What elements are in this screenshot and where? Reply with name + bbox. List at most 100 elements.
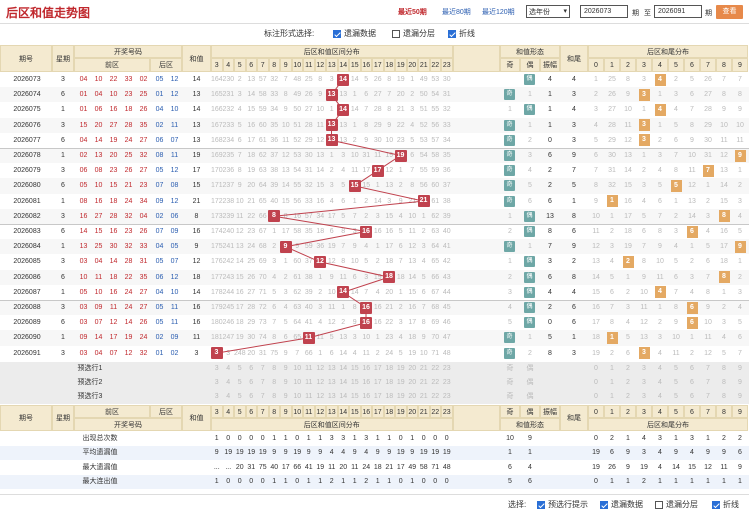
preselect-tail-option[interactable]: 1 xyxy=(604,362,620,376)
preselect-form-option[interactable]: 奇 xyxy=(500,390,520,404)
preselect-sum-option[interactable]: 20 xyxy=(407,376,419,390)
preselect-tail-option[interactable]: 1 xyxy=(604,376,620,390)
preselect-sum-option[interactable]: 19 xyxy=(395,390,407,404)
preselect-sum-option[interactable]: 20 xyxy=(407,362,419,376)
preselect-sum-option[interactable]: 19 xyxy=(395,376,407,390)
checkbox-icon[interactable] xyxy=(655,500,663,509)
preselect-tail-option[interactable]: 8 xyxy=(716,376,732,390)
preselect-form-option[interactable]: 偶 xyxy=(520,376,540,390)
option-polyline-bottom[interactable]: 折线 xyxy=(712,499,739,510)
preselect-sum-option[interactable]: 13 xyxy=(326,390,338,404)
preselect-sum-option[interactable]: 18 xyxy=(384,362,396,376)
preselect-sum-option[interactable]: 21 xyxy=(418,390,430,404)
preselect-sum-option[interactable]: 23 xyxy=(441,390,453,404)
preselect-sum-option[interactable]: 7 xyxy=(257,376,269,390)
preselect-form-option[interactable]: 奇 xyxy=(500,362,520,376)
preselect-sum-option[interactable]: 8 xyxy=(269,362,281,376)
preselect-sum-option[interactable]: 14 xyxy=(338,390,350,404)
preselect-sum-option[interactable]: 8 xyxy=(269,390,281,404)
preselect-tail-option[interactable]: 3 xyxy=(636,376,652,390)
preselect-sum-option[interactable]: 4 xyxy=(223,376,235,390)
preselect-sum-option[interactable]: 22 xyxy=(430,376,442,390)
preselect-tail-option[interactable]: 6 xyxy=(684,362,700,376)
preselect-tail-option[interactable]: 0 xyxy=(588,390,604,404)
preselect-tail-option[interactable]: 8 xyxy=(716,362,732,376)
preselect-sum-option[interactable]: 12 xyxy=(315,390,327,404)
preselect-sum-option[interactable]: 14 xyxy=(338,376,350,390)
preselect-tail-option[interactable]: 7 xyxy=(700,376,716,390)
preselect-sum-option[interactable]: 10 xyxy=(292,376,304,390)
preselect-tail-option[interactable]: 0 xyxy=(588,362,604,376)
preselect-tail-option[interactable]: 0 xyxy=(588,376,604,390)
preselect-sum-option[interactable]: 5 xyxy=(234,376,246,390)
preselect-sum-option[interactable]: 23 xyxy=(441,362,453,376)
preselect-sum-option[interactable]: 17 xyxy=(372,376,384,390)
header-period[interactable]: 期号 xyxy=(0,45,52,72)
preselect-sum-option[interactable]: 13 xyxy=(326,376,338,390)
preselect-sum-option[interactable]: 21 xyxy=(418,362,430,376)
preselect-tail-option[interactable]: 6 xyxy=(684,390,700,404)
footer-header-period[interactable]: 期号 xyxy=(0,404,52,431)
preselect-tail-option[interactable]: 2 xyxy=(620,362,636,376)
preselect-tail-option[interactable]: 8 xyxy=(716,390,732,404)
preselect-sum-option[interactable]: 9 xyxy=(280,376,292,390)
preselect-sum-option[interactable]: 6 xyxy=(246,362,258,376)
preselect-tail-option[interactable]: 3 xyxy=(636,390,652,404)
checkbox-icon[interactable] xyxy=(712,500,720,509)
preselect-sum-option[interactable]: 3 xyxy=(211,376,223,390)
preselect-form-option[interactable]: 偶 xyxy=(520,390,540,404)
preselect-sum-option[interactable]: 11 xyxy=(303,376,315,390)
preselect-form-option[interactable]: 偶 xyxy=(520,362,540,376)
preselect-sum-option[interactable]: 14 xyxy=(338,362,350,376)
preselect-tail-option[interactable]: 9 xyxy=(732,362,748,376)
preselect-sum-option[interactable]: 15 xyxy=(349,362,361,376)
preselect-tail-option[interactable]: 5 xyxy=(668,390,684,404)
preselect-sum-option[interactable]: 16 xyxy=(361,362,373,376)
preselect-tail-option[interactable]: 4 xyxy=(652,390,668,404)
preselect-sum-option[interactable]: 16 xyxy=(361,390,373,404)
preselect-tail-option[interactable]: 1 xyxy=(604,390,620,404)
preselect-sum-option[interactable]: 13 xyxy=(326,362,338,376)
preselect-tail-option[interactable]: 7 xyxy=(700,390,716,404)
preselect-sum-option[interactable]: 4 xyxy=(223,390,235,404)
preselect-sum-option[interactable]: 18 xyxy=(384,390,396,404)
preselect-form-option[interactable]: 奇 xyxy=(500,376,520,390)
preselect-tail-option[interactable]: 5 xyxy=(668,362,684,376)
preselect-sum-option[interactable]: 23 xyxy=(441,376,453,390)
preselect-sum-option[interactable]: 6 xyxy=(246,376,258,390)
preselect-sum-option[interactable]: 8 xyxy=(269,376,281,390)
preselect-tail-option[interactable]: 6 xyxy=(684,376,700,390)
preselect-tail-option[interactable]: 7 xyxy=(700,362,716,376)
preselect-tail-option[interactable]: 3 xyxy=(636,362,652,376)
preselect-sum-option[interactable]: 12 xyxy=(315,362,327,376)
preselect-sum-option[interactable]: 17 xyxy=(372,390,384,404)
preselect-tail-option[interactable]: 9 xyxy=(732,390,748,404)
preselect-sum-option[interactable]: 19 xyxy=(395,362,407,376)
option-missing-data-bottom[interactable]: 遗漏数据 xyxy=(600,499,643,510)
preselect-sum-option[interactable]: 9 xyxy=(280,390,292,404)
preselect-sum-option[interactable]: 11 xyxy=(303,362,315,376)
checkbox-icon[interactable] xyxy=(600,500,608,509)
preselect-sum-option[interactable]: 18 xyxy=(384,376,396,390)
checkbox-icon[interactable] xyxy=(537,500,545,509)
preselect-sum-option[interactable]: 15 xyxy=(349,390,361,404)
preselect-tail-option[interactable]: 9 xyxy=(732,376,748,390)
preselect-sum-option[interactable]: 10 xyxy=(292,390,304,404)
preselect-sum-option[interactable]: 21 xyxy=(418,376,430,390)
preselect-sum-option[interactable]: 22 xyxy=(430,390,442,404)
preselect-sum-option[interactable]: 7 xyxy=(257,390,269,404)
preselect-tail-option[interactable]: 4 xyxy=(652,362,668,376)
preselect-sum-option[interactable]: 12 xyxy=(315,376,327,390)
preselect-sum-option[interactable]: 5 xyxy=(234,362,246,376)
preselect-sum-option[interactable]: 17 xyxy=(372,362,384,376)
preselect-sum-option[interactable]: 9 xyxy=(280,362,292,376)
preselect-sum-option[interactable]: 16 xyxy=(361,376,373,390)
preselect-tail-option[interactable]: 2 xyxy=(620,390,636,404)
preselect-tail-option[interactable]: 4 xyxy=(652,376,668,390)
preselect-sum-option[interactable]: 10 xyxy=(292,362,304,376)
preselect-tail-option[interactable]: 2 xyxy=(620,376,636,390)
option-preselect-hint[interactable]: 预选行提示 xyxy=(537,499,588,510)
option-missing-layer-bottom[interactable]: 遗漏分层 xyxy=(655,499,698,510)
preselect-sum-option[interactable]: 7 xyxy=(257,362,269,376)
preselect-sum-option[interactable]: 15 xyxy=(349,376,361,390)
